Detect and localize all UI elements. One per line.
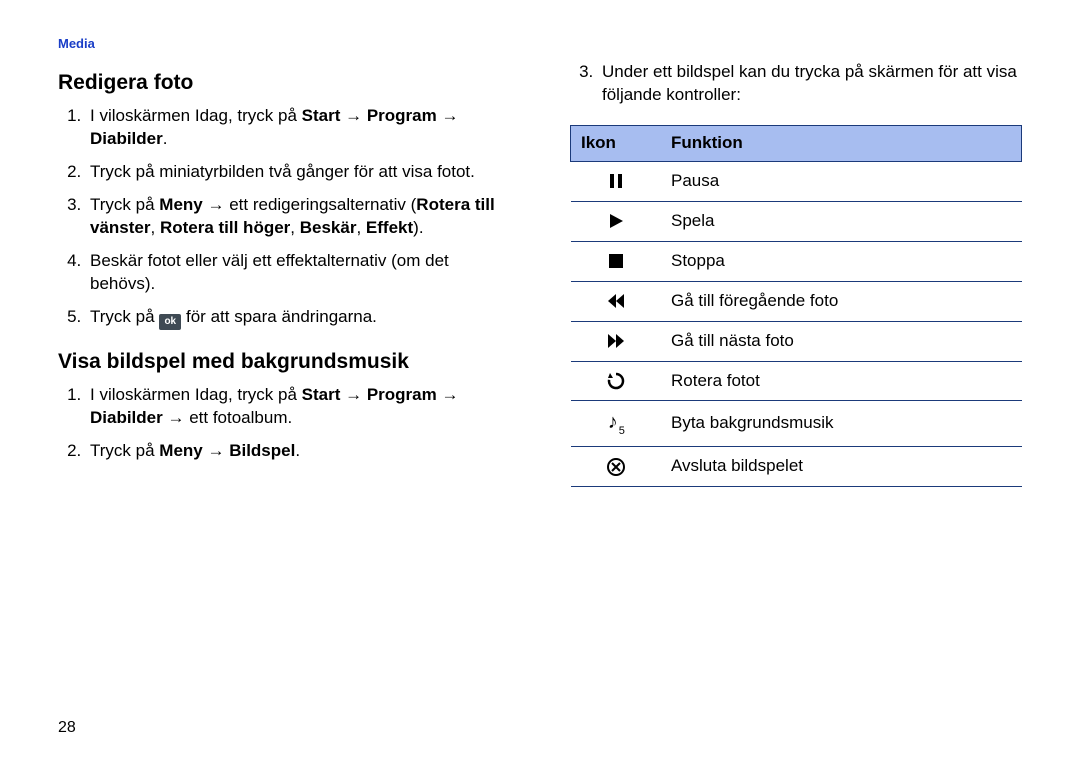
col-header-funktion: Funktion (661, 125, 1022, 161)
close-icon (571, 447, 662, 487)
bold-text: Meny (159, 441, 202, 460)
step-item: Under ett bildspel kan du trycka på skär… (598, 61, 1022, 107)
stop-icon (571, 241, 662, 281)
function-label: Byta bakgrundsmusik (661, 401, 1022, 447)
text: , (290, 218, 299, 237)
redigera-foto-steps: I viloskärmen Idag, tryck på Start → Pro… (58, 105, 510, 330)
heading-redigera-foto: Redigera foto (58, 69, 510, 97)
text: I viloskärmen Idag, tryck på (90, 385, 302, 404)
controls-table: Ikon Funktion PausaSpelaStoppaGå till fö… (570, 125, 1022, 487)
text: för att spara ändringarna. (181, 307, 377, 326)
left-column: Redigera foto I viloskärmen Idag, tryck … (58, 61, 510, 487)
function-label: Rotera fotot (661, 361, 1022, 401)
two-column-layout: Redigera foto I viloskärmen Idag, tryck … (58, 61, 1022, 487)
bold-text: Start (302, 385, 341, 404)
right-column: Under ett bildspel kan du trycka på skär… (570, 61, 1022, 487)
step-item: Tryck på Meny → ett redigeringsalternati… (86, 194, 510, 240)
table-row: Pausa (571, 161, 1022, 201)
function-label: Spela (661, 201, 1022, 241)
visa-bildspel-steps: I viloskärmen Idag, tryck på Start → Pro… (58, 384, 510, 463)
text: Tryck på (90, 307, 159, 326)
function-label: Stoppa (661, 241, 1022, 281)
arrow: → (203, 195, 229, 214)
bold-text: Diabilder (90, 408, 163, 427)
arrow: → (437, 106, 459, 125)
heading-visa-bildspel: Visa bildspel med bakgrundsmusik (58, 348, 510, 376)
section-header: Media (58, 36, 1022, 51)
col-header-ikon: Ikon (571, 125, 662, 161)
text: Tryck på (90, 195, 159, 214)
bold-text: Rotera till höger (160, 218, 290, 237)
function-label: Pausa (661, 161, 1022, 201)
bold-text: Bildspel (229, 441, 295, 460)
table-header-row: Ikon Funktion (571, 125, 1022, 161)
text: → ett fotoalbum. (163, 408, 292, 427)
function-label: Avsluta bildspelet (661, 447, 1022, 487)
rotate-icon (571, 361, 662, 401)
bold-text: Program (367, 385, 437, 404)
text: , (356, 218, 365, 237)
bold-text: Diabilder (90, 129, 163, 148)
rewind-icon (571, 281, 662, 321)
table-row: ♪5Byta bakgrundsmusik (571, 401, 1022, 447)
arrow: → (437, 385, 459, 404)
bold-text: Beskär (300, 218, 357, 237)
text: ). (413, 218, 423, 237)
function-label: Gå till nästa foto (661, 321, 1022, 361)
table-row: Rotera fotot (571, 361, 1022, 401)
bold-text: Program (367, 106, 437, 125)
arrow: → (203, 441, 229, 460)
table-row: Spela (571, 201, 1022, 241)
text: ett redigeringsalternativ ( (229, 195, 416, 214)
table-row: Gå till föregående foto (571, 281, 1022, 321)
table-row: Avsluta bildspelet (571, 447, 1022, 487)
step-item: Beskär fotot eller välj ett effektaltern… (86, 250, 510, 296)
manual-page: Media Redigera foto I viloskärmen Idag, … (0, 0, 1080, 765)
music-note-icon: ♪5 (571, 401, 662, 447)
ok-key-icon: ok (159, 314, 181, 330)
arrow: → (340, 106, 366, 125)
text: Tryck på (90, 441, 159, 460)
bildspel-continued-steps: Under ett bildspel kan du trycka på skär… (570, 61, 1022, 107)
table-row: Gå till nästa foto (571, 321, 1022, 361)
function-label: Gå till föregående foto (661, 281, 1022, 321)
bold-text: Start (302, 106, 341, 125)
play-icon (571, 201, 662, 241)
step-item: I viloskärmen Idag, tryck på Start → Pro… (86, 105, 510, 151)
fast-forward-icon (571, 321, 662, 361)
step-item: I viloskärmen Idag, tryck på Start → Pro… (86, 384, 510, 430)
bold-text: Meny (159, 195, 202, 214)
bold-text: Effekt (366, 218, 413, 237)
pause-icon (571, 161, 662, 201)
page-number: 28 (58, 719, 76, 737)
arrow: → (340, 385, 366, 404)
text: . (163, 129, 168, 148)
text: I viloskärmen Idag, tryck på (90, 106, 302, 125)
text: . (295, 441, 300, 460)
table-row: Stoppa (571, 241, 1022, 281)
text: , (150, 218, 159, 237)
step-item: Tryck på Meny → Bildspel. (86, 440, 510, 463)
step-item: Tryck på ok för att spara ändringarna. (86, 306, 510, 330)
step-item: Tryck på miniatyrbilden två gånger för a… (86, 161, 510, 184)
